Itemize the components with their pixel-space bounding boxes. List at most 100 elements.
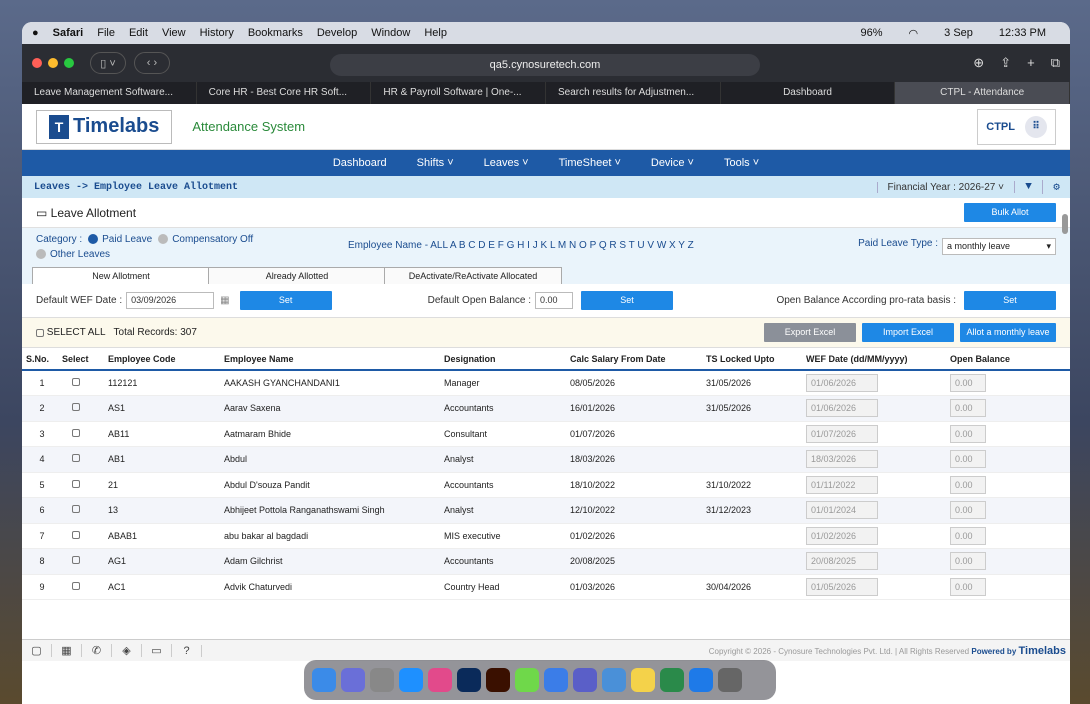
card-icon[interactable]: ▭	[142, 644, 172, 657]
notes-app-icon[interactable]	[631, 668, 655, 692]
nav-device[interactable]: Device ˅	[651, 157, 694, 169]
select-all-checkbox[interactable]	[36, 328, 44, 337]
system-icon[interactable]	[370, 668, 394, 692]
import-excel-button[interactable]: Import Excel	[862, 323, 954, 342]
other-leaves-radio[interactable]	[36, 249, 46, 260]
row-checkbox[interactable]	[72, 556, 80, 565]
wifi-icon[interactable]: ◠	[909, 27, 919, 40]
new-tab-icon[interactable]: +	[1027, 55, 1035, 71]
timelabs-logo[interactable]: T Timelabs	[36, 109, 173, 144]
open-balance-input[interactable]: 0.00	[950, 374, 986, 392]
financial-year-select[interactable]: Financial Year : 2026-27 ˅	[876, 181, 1015, 193]
safari-icon[interactable]	[399, 668, 423, 692]
open-balance-input[interactable]: 0.00	[950, 475, 986, 494]
photoshop-icon[interactable]	[457, 668, 481, 692]
scrollbar[interactable]	[1062, 214, 1068, 234]
row-checkbox[interactable]	[72, 378, 80, 386]
menu-edit[interactable]: Edit	[129, 27, 148, 39]
tab-already-allotted[interactable]: Already Allotted	[208, 267, 386, 284]
launchpad-icon[interactable]	[341, 668, 365, 692]
zoom-icon[interactable]	[64, 58, 74, 68]
menu-window[interactable]: Window	[371, 27, 410, 39]
nav-tools[interactable]: Tools ˅	[724, 157, 759, 169]
close-icon[interactable]	[32, 58, 42, 68]
paid-leave-radio[interactable]	[88, 234, 99, 245]
wef-date-input[interactable]: 03/09/2026	[126, 292, 215, 309]
outlook-icon[interactable]	[544, 668, 568, 692]
open-balance-input[interactable]: 0.00	[950, 577, 986, 596]
address-bar[interactable]: qa5.cynosuretech.com	[330, 54, 760, 76]
menu-file[interactable]: File	[97, 27, 115, 39]
wef-input[interactable]: 20/08/2025	[806, 552, 878, 571]
minimize-icon[interactable]	[48, 58, 58, 68]
phone-icon[interactable]: ✆	[82, 644, 112, 657]
menu-view[interactable]: View	[162, 27, 186, 39]
open-balance-input[interactable]: 0.00	[950, 501, 986, 520]
allot-button[interactable]: Allot a monthly leave	[960, 323, 1056, 342]
nav-shifts[interactable]: Shifts ˅	[417, 157, 454, 169]
app-store-icon[interactable]	[689, 668, 713, 692]
battery-label[interactable]: 96%	[861, 27, 883, 39]
browser-tab[interactable]: HR & Payroll Software | One-...	[371, 82, 547, 104]
menu-app[interactable]: Safari	[53, 27, 84, 39]
calendar-picker-icon[interactable]: ▦	[220, 295, 229, 306]
tab-deactivate[interactable]: DeActivate/ReActivate Allocated	[384, 267, 562, 284]
menu-history[interactable]: History	[200, 27, 234, 39]
wef-input[interactable]: 01/11/2022	[806, 475, 878, 494]
teams-icon[interactable]	[573, 668, 597, 692]
export-excel-button[interactable]: Export Excel	[764, 323, 856, 342]
open-balance-input[interactable]: 0.00	[950, 399, 986, 418]
set-wef-button[interactable]: Set	[239, 291, 332, 310]
wef-input[interactable]: 01/02/2026	[806, 526, 878, 545]
wef-input[interactable]: 18/03/2026	[806, 450, 878, 469]
menu-help[interactable]: Help	[424, 27, 447, 39]
row-checkbox[interactable]	[72, 428, 80, 437]
chat-icon[interactable]	[515, 668, 539, 692]
download-icon[interactable]: ⊕	[973, 55, 984, 71]
open-balance-input[interactable]: 0.00	[950, 424, 986, 443]
row-checkbox[interactable]	[72, 581, 80, 590]
apps-grid-icon[interactable]: ⠿	[1025, 115, 1047, 138]
open-balance-input[interactable]: 0.00	[950, 552, 986, 571]
set-open-balance-button[interactable]: Set	[581, 291, 673, 310]
menu-develop[interactable]: Develop	[317, 27, 357, 39]
tag-icon[interactable]: ◈	[112, 644, 142, 657]
row-checkbox[interactable]	[72, 530, 80, 539]
share-icon[interactable]: ⇪	[1000, 55, 1011, 71]
wef-input[interactable]: 01/06/2026	[806, 374, 878, 392]
menu-bookmarks[interactable]: Bookmarks	[248, 27, 303, 39]
set-prorata-button[interactable]: Set	[964, 291, 1056, 310]
nav-timesheet[interactable]: TimeSheet ˅	[559, 157, 621, 169]
trash-icon[interactable]	[718, 668, 742, 692]
browser-tab-active[interactable]: CTPL - Attendance	[895, 82, 1070, 104]
open-balance-input[interactable]: 0.00	[535, 292, 573, 309]
open-balance-input[interactable]: 0.00	[950, 450, 986, 469]
gear-icon[interactable]: ⚙	[1042, 180, 1070, 194]
finder-icon-2[interactable]	[602, 668, 626, 692]
apple-icon[interactable]: ●	[32, 27, 39, 39]
browser-tab[interactable]: Core HR - Best Core HR Soft...	[197, 82, 372, 104]
bulk-allot-button[interactable]: Bulk Allot	[964, 203, 1056, 222]
row-checkbox[interactable]	[72, 505, 80, 514]
notes-icon[interactable]: ▢	[22, 644, 52, 657]
row-checkbox[interactable]	[72, 403, 80, 412]
row-checkbox[interactable]	[72, 479, 80, 488]
back-forward-button[interactable]: ‹ ›	[134, 52, 170, 74]
company-selector[interactable]: CTPL ⠿	[977, 108, 1056, 145]
wef-input[interactable]: 01/07/2026	[806, 424, 878, 443]
sidebar-toggle-button[interactable]: ▯ ˅	[90, 52, 126, 74]
wef-input[interactable]: 01/06/2026	[806, 399, 878, 418]
illustrator-icon[interactable]	[486, 668, 510, 692]
paid-leave-type-select[interactable]: a monthly leave ▾	[942, 238, 1056, 255]
excel-icon[interactable]	[660, 668, 684, 692]
browser-tab[interactable]: Leave Management Software...	[22, 82, 197, 104]
tabs-overview-icon[interactable]: ⧉	[1051, 55, 1060, 71]
wef-input[interactable]: 01/01/2024	[806, 501, 878, 520]
finder-icon[interactable]	[312, 668, 336, 692]
browser-tab[interactable]: Dashboard	[721, 82, 896, 104]
alphabet-filter[interactable]: Employee Name - ALL A B C D E F G H I J …	[348, 232, 694, 262]
wef-input[interactable]: 01/05/2026	[806, 577, 878, 596]
figma-icon[interactable]	[428, 668, 452, 692]
nav-dashboard[interactable]: Dashboard	[333, 157, 387, 169]
filter-icon[interactable]: ▼	[1014, 181, 1042, 193]
